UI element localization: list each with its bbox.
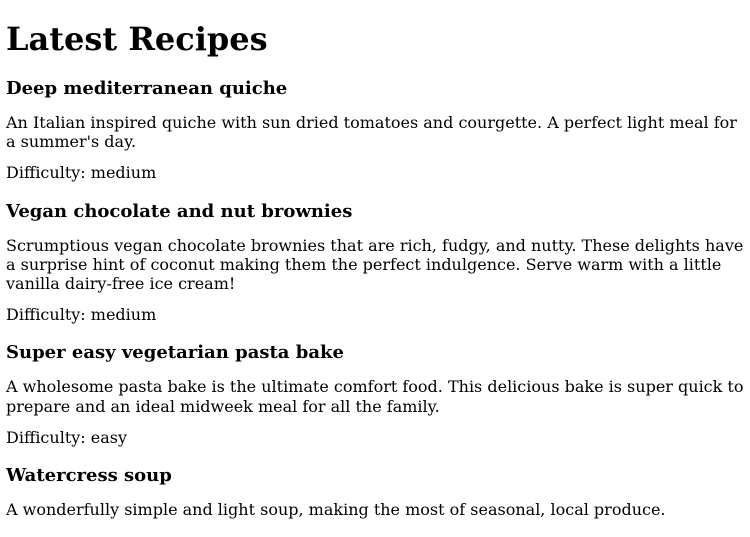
difficulty-value: medium bbox=[91, 305, 156, 324]
recipe-description: A wonderfully simple and light soup, mak… bbox=[6, 500, 744, 519]
recipes-page: Latest Recipes Deep mediterranean quiche… bbox=[0, 0, 750, 537]
recipe-difficulty: Difficulty: medium bbox=[6, 163, 744, 182]
recipe-difficulty: Difficulty: easy bbox=[6, 428, 744, 447]
recipe-item: Deep mediterranean quiche An Italian ins… bbox=[6, 78, 744, 183]
difficulty-label: Difficulty: bbox=[6, 305, 91, 324]
difficulty-label: Difficulty: bbox=[6, 163, 91, 182]
difficulty-value: medium bbox=[91, 163, 156, 182]
recipe-title: Super easy vegetarian pasta bake bbox=[6, 342, 744, 363]
recipe-title: Deep mediterranean quiche bbox=[6, 78, 744, 99]
recipe-item: Watercress soup A wonderfully simple and… bbox=[6, 465, 744, 519]
recipe-item: Super easy vegetarian pasta bake A whole… bbox=[6, 342, 744, 447]
recipe-title: Watercress soup bbox=[6, 465, 744, 486]
recipe-item: Vegan chocolate and nut brownies Scrumpt… bbox=[6, 201, 744, 325]
recipe-description: An Italian inspired quiche with sun drie… bbox=[6, 113, 744, 151]
recipe-description: A wholesome pasta bake is the ultimate c… bbox=[6, 377, 744, 415]
difficulty-value: easy bbox=[91, 428, 127, 447]
difficulty-label: Difficulty: bbox=[6, 428, 91, 447]
page-title: Latest Recipes bbox=[6, 20, 744, 58]
recipe-description: Scrumptious vegan chocolate brownies tha… bbox=[6, 236, 744, 294]
recipe-title: Vegan chocolate and nut brownies bbox=[6, 201, 744, 222]
recipe-difficulty: Difficulty: medium bbox=[6, 305, 744, 324]
